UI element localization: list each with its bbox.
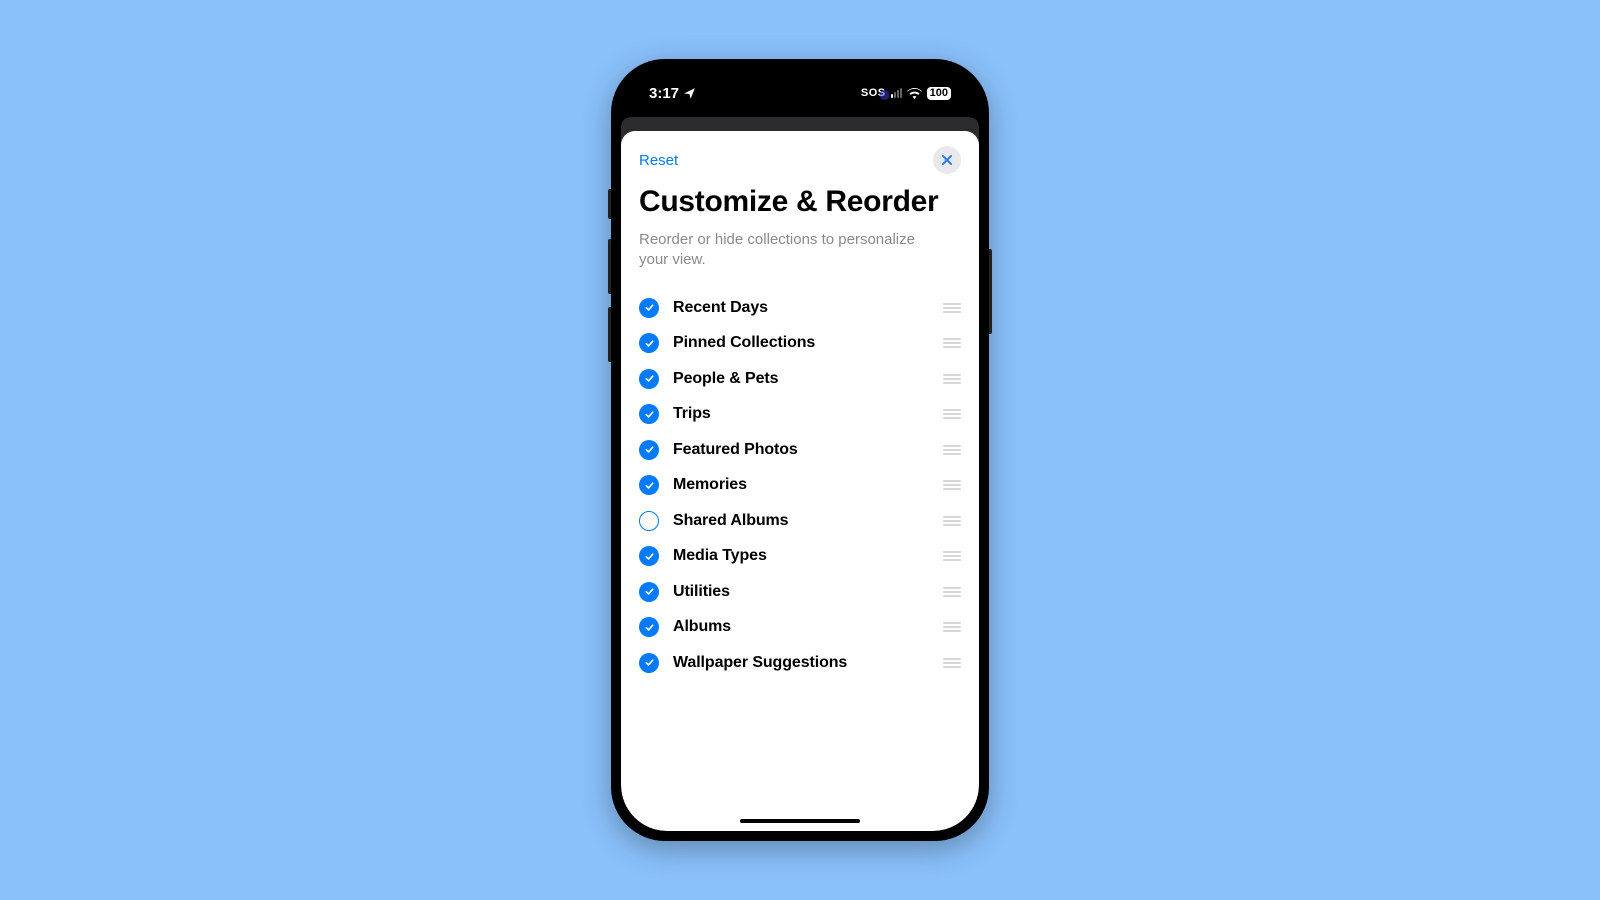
drag-handle-icon[interactable] (943, 338, 961, 348)
collection-row: People & Pets (639, 361, 961, 397)
checkbox-checked-icon[interactable] (639, 369, 659, 389)
drag-handle-icon[interactable] (943, 445, 961, 455)
drag-handle-icon[interactable] (943, 658, 961, 668)
collection-label: Media Types (673, 547, 929, 565)
phone-power-button (989, 249, 992, 334)
checkbox-checked-icon[interactable] (639, 582, 659, 602)
collection-row: Trips (639, 397, 961, 433)
close-icon (941, 154, 953, 166)
home-indicator[interactable] (740, 819, 860, 823)
collection-label: Recent Days (673, 299, 929, 317)
drag-handle-icon[interactable] (943, 622, 961, 632)
collection-label: Utilities (673, 583, 929, 601)
checkbox-checked-icon[interactable] (639, 475, 659, 495)
collection-label: Trips (673, 405, 929, 423)
collection-row: Featured Photos (639, 432, 961, 468)
phone-volume-down (608, 307, 611, 362)
status-left: 3:17 (649, 85, 696, 102)
collection-row: Memories (639, 468, 961, 504)
close-button[interactable] (933, 146, 961, 174)
collection-row: Albums (639, 610, 961, 646)
collection-label: Shared Albums (673, 512, 929, 530)
wifi-icon (907, 88, 922, 99)
checkbox-checked-icon[interactable] (639, 440, 659, 460)
collection-row: Media Types (639, 539, 961, 575)
phone-frame: 3:17 SOS 100 R (611, 59, 989, 841)
collection-label: Albums (673, 618, 929, 636)
drag-handle-icon[interactable] (943, 374, 961, 384)
drag-handle-icon[interactable] (943, 587, 961, 597)
collection-label: People & Pets (673, 370, 929, 388)
status-right: SOS 100 (861, 87, 951, 100)
checkbox-unchecked-icon[interactable] (639, 511, 659, 531)
sheet-title: Customize & Reorder (639, 185, 961, 220)
collection-list: Recent Days Pinned Collections People & Pe… (639, 290, 961, 681)
status-time: 3:17 (649, 85, 679, 102)
collection-row: Utilities (639, 574, 961, 610)
sheet-subtitle: Reorder or hide collections to personali… (639, 230, 961, 271)
drag-handle-icon[interactable] (943, 409, 961, 419)
customize-sheet: Reset Customize & Reorder Reorder or hid… (621, 131, 979, 831)
cellular-signal-icon (891, 88, 902, 98)
collection-label: Pinned Collections (673, 334, 929, 352)
phone-volume-up (608, 239, 611, 294)
location-arrow-icon (683, 87, 696, 100)
camera-indicator (880, 90, 890, 100)
drag-handle-icon[interactable] (943, 480, 961, 490)
drag-handle-icon[interactable] (943, 516, 961, 526)
collection-row: Recent Days (639, 290, 961, 326)
collection-label: Memories (673, 476, 929, 494)
collection-label: Featured Photos (673, 441, 929, 459)
checkbox-checked-icon[interactable] (639, 617, 659, 637)
sheet-header: Reset (639, 145, 961, 175)
checkbox-checked-icon[interactable] (639, 546, 659, 566)
collection-row: Pinned Collections (639, 326, 961, 362)
dynamic-island (743, 79, 858, 111)
collection-row: Shared Albums (639, 503, 961, 539)
checkbox-checked-icon[interactable] (639, 404, 659, 424)
checkbox-checked-icon[interactable] (639, 653, 659, 673)
battery-indicator: 100 (927, 87, 951, 100)
drag-handle-icon[interactable] (943, 303, 961, 313)
phone-side-button (608, 189, 611, 219)
reset-button[interactable]: Reset (639, 152, 678, 169)
collection-row: Wallpaper Suggestions (639, 645, 961, 681)
drag-handle-icon[interactable] (943, 551, 961, 561)
collection-label: Wallpaper Suggestions (673, 654, 929, 672)
checkbox-checked-icon[interactable] (639, 298, 659, 318)
checkbox-checked-icon[interactable] (639, 333, 659, 353)
phone-screen: 3:17 SOS 100 R (621, 69, 979, 831)
